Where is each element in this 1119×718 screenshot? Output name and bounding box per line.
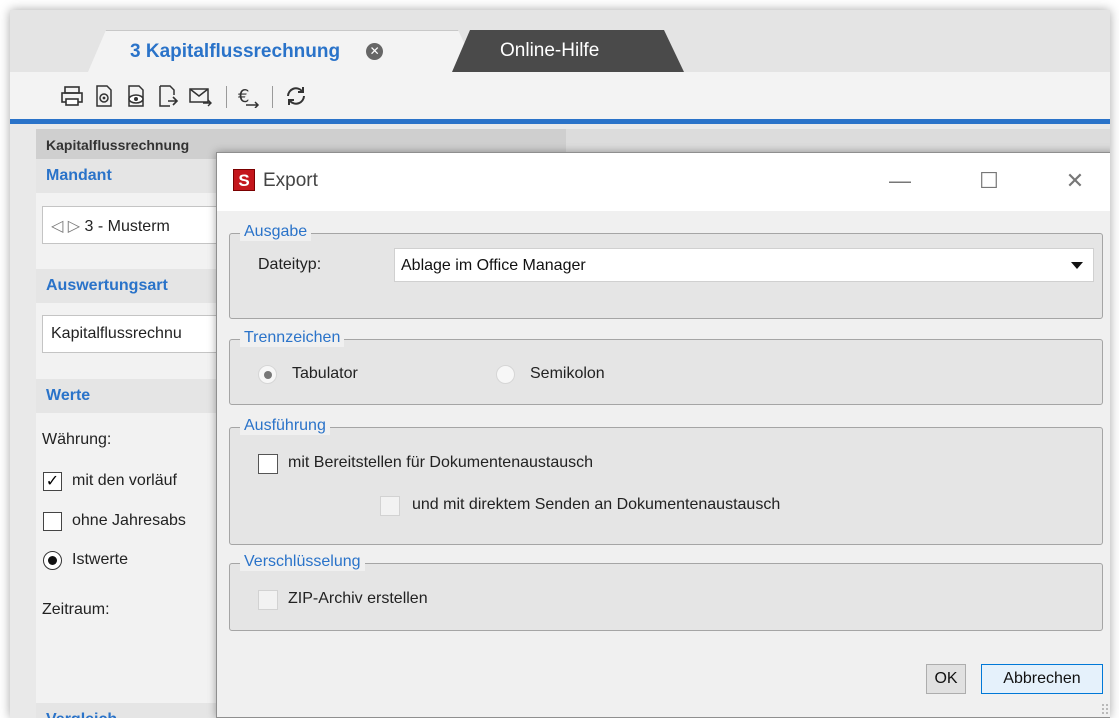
currency-icon[interactable]: € [236, 84, 260, 108]
radio-istwerte-label: Istwerte [72, 551, 129, 568]
radio-semikolon-label: Semikolon [530, 365, 605, 382]
export-dialog: S Export — ☐ ✕ Ausgabe Dateityp: Ablage … [216, 152, 1110, 718]
app-logo-icon: S [233, 169, 255, 191]
refresh-icon[interactable] [284, 84, 308, 108]
checkbox-zip-label: ZIP-Archiv erstellen [288, 590, 428, 607]
section-vergleich[interactable]: Vergleich [36, 703, 236, 718]
checkbox-vorlaeufig-label: mit den vorläuf [72, 472, 177, 489]
waehrung-label: Währung: [42, 431, 112, 448]
dateityp-dropdown[interactable]: Ablage im Office Manager [394, 248, 1094, 282]
preview-icon[interactable] [124, 84, 148, 108]
tab-label: 3 Kapitalflussrechnung [130, 40, 341, 62]
dateityp-value: Ablage im Office Manager [401, 257, 586, 274]
tab-online-hilfe[interactable]: Online-Hilfe [452, 30, 684, 72]
dateityp-label: Dateityp: [258, 256, 322, 273]
checkbox-senden[interactable] [380, 496, 400, 516]
checkbox-senden-label: und mit direktem Senden an Dokumentenaus… [412, 496, 781, 513]
checkbox-bereitstellen-label: mit Bereitstellen für Dokumentenaustausc… [288, 454, 594, 471]
group-ausgabe-legend: Ausgabe [240, 223, 312, 241]
group-verschluesselung-legend: Verschlüsselung [240, 553, 365, 571]
section-mandant[interactable]: Mandant [36, 159, 236, 193]
section-auswertungsart[interactable]: Auswertungsart [36, 269, 236, 303]
cancel-button[interactable]: Abbrechen [981, 664, 1103, 694]
chevron-down-icon[interactable] [1071, 262, 1083, 269]
group-ausgabe: Ausgabe Dateityp: Ablage im Office Manag… [229, 223, 1103, 319]
radio-semikolon[interactable] [496, 365, 515, 384]
minimize-icon[interactable]: — [885, 167, 915, 195]
tab-kapitalflussrechnung[interactable]: 3 Kapitalflussrechnung ✕ [88, 30, 478, 72]
print-settings-icon[interactable] [92, 84, 116, 108]
svg-text:€: € [238, 86, 249, 107]
toolbar-separator [272, 86, 273, 108]
radio-tabulator-label: Tabulator [292, 365, 358, 382]
radio-tabulator[interactable] [258, 365, 277, 384]
checkbox-zip[interactable] [258, 590, 278, 610]
group-trennzeichen: Trennzeichen Tabulator Semikolon [229, 329, 1103, 405]
group-ausfuehrung: Ausführung mit Bereitstellen für Dokumen… [229, 417, 1103, 545]
nav-arrows-icon[interactable]: ◁ ▷ [51, 218, 85, 235]
group-verschluesselung: Verschlüsselung ZIP-Archiv erstellen [229, 553, 1103, 631]
dialog-titlebar: S Export — ☐ ✕ [217, 153, 1110, 211]
tab-label: Online-Hilfe [500, 40, 600, 61]
export-icon[interactable] [156, 84, 180, 108]
checkbox-bereitstellen[interactable] [258, 454, 278, 474]
radio-istwerte[interactable] [43, 551, 62, 570]
group-ausfuehrung-legend: Ausführung [240, 417, 330, 435]
toolbar-separator [226, 86, 227, 108]
group-trennzeichen-legend: Trennzeichen [240, 329, 345, 347]
maximize-icon[interactable]: ☐ [974, 167, 1004, 195]
email-icon[interactable] [188, 84, 212, 108]
resize-grip-icon[interactable] [1101, 703, 1110, 715]
zeitraum-label: Zeitraum: [42, 601, 110, 618]
checkbox-jahresabs[interactable] [43, 512, 62, 531]
mandant-value: 3 - Musterm [84, 218, 170, 235]
toolbar: € [10, 72, 1110, 124]
checkbox-vorlaeufig[interactable]: ✓ [43, 472, 62, 491]
application-window: 3 Kapitalflussrechnung ✕ Online-Hilfe € … [10, 10, 1110, 718]
close-icon[interactable]: ✕ [1060, 167, 1090, 195]
section-werte[interactable]: Werte [36, 379, 236, 413]
tab-bar: 3 Kapitalflussrechnung ✕ Online-Hilfe [10, 10, 1110, 72]
print-icon[interactable] [60, 84, 84, 108]
dialog-title: Export [263, 170, 318, 191]
close-tab-icon[interactable]: ✕ [366, 43, 384, 60]
ok-button[interactable]: OK [926, 664, 966, 694]
checkbox-jahresabs-label: ohne Jahresabs [72, 512, 186, 529]
